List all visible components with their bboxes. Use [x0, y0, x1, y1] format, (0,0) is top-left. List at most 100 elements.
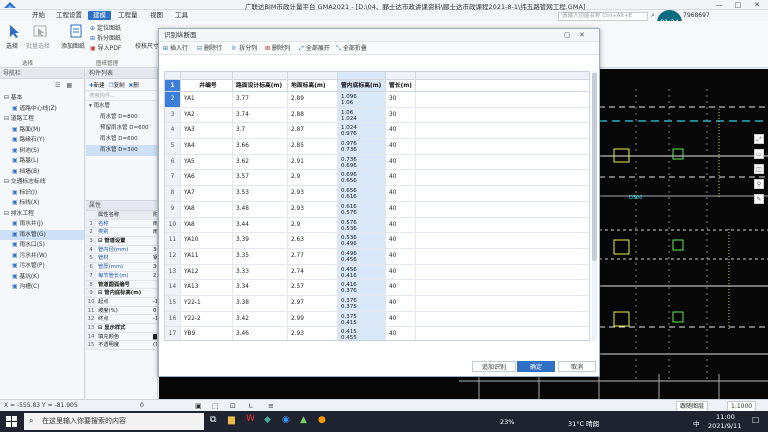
function-search-input[interactable]: 请输入功能名称 Ctrl+Alt+E: [558, 12, 648, 21]
cell-empty[interactable]: [416, 170, 589, 185]
nav-item[interactable]: ▣ 污水管(P): [0, 261, 84, 272]
cell-pipe-length[interactable]: 40: [386, 154, 416, 170]
canvas-tool-2-icon[interactable]: ▭: [754, 149, 764, 159]
cell-pipe-length[interactable]: 40: [386, 264, 416, 280]
new-component-button[interactable]: ✚新建: [89, 81, 105, 89]
canvas-tool-3-icon[interactable]: ◫: [754, 164, 764, 174]
cell-well-id[interactable]: YA5: [181, 154, 233, 170]
cell-ground-elevation[interactable]: 2.93: [288, 327, 338, 340]
cell-pipe-length[interactable]: 40: [386, 170, 416, 186]
cell-empty[interactable]: [416, 312, 589, 327]
cell-ground-elevation[interactable]: 2.91: [288, 154, 338, 170]
cell-pipe-bottom-elevation[interactable]: 0.415 0.455: [338, 327, 386, 340]
menu-start[interactable]: 开始: [27, 11, 50, 20]
property-row[interactable]: 6管厚(mm) 30: [86, 263, 157, 272]
component-group[interactable]: ▾ 雨水管: [86, 101, 157, 112]
nav-item[interactable]: ⊟ 交通标志标线: [0, 177, 84, 188]
cell-pipe-length[interactable]: 40: [386, 280, 416, 295]
table-row[interactable]: 11 YA10 3.39 2.63 0.536 0.496 40: [165, 233, 589, 249]
batch-select-button[interactable]: 批量选择: [26, 41, 50, 50]
property-row[interactable]: 8 管道圆弧编号: [86, 280, 157, 290]
cell-empty[interactable]: [416, 265, 589, 280]
cell-well-id[interactable]: YA4: [181, 139, 233, 154]
table-row[interactable]: 5 YA4 3.66 2.85 0.976 0.736 40: [165, 139, 589, 155]
copy-component-button[interactable]: ❐复制: [109, 81, 125, 89]
cell-ground-elevation[interactable]: 2.74: [288, 264, 338, 280]
header-pipe-bottom-elevation[interactable]: 管内底标高(m): [338, 80, 386, 91]
header-pipe-length[interactable]: 管长(m): [386, 80, 416, 91]
split-column-button[interactable]: ⊪ 拆分列: [232, 44, 257, 53]
property-row[interactable]: 4管内径(mm) 30: [86, 245, 157, 255]
cell-ground-elevation[interactable]: 2.9: [288, 170, 338, 186]
cell-empty[interactable]: [416, 327, 589, 340]
nav-item[interactable]: ▣ 雨水井(J): [0, 219, 84, 230]
component-item[interactable]: 预留雨水管 D=600: [86, 123, 157, 134]
input-language[interactable]: 中: [693, 418, 700, 428]
cell-road-design-elevation[interactable]: 3.48: [233, 201, 288, 217]
nav-item[interactable]: ⊟ 基本: [0, 93, 84, 104]
cell-pipe-length[interactable]: 40: [386, 123, 416, 139]
cell-well-id[interactable]: YA3: [181, 123, 233, 139]
cell-road-design-elevation[interactable]: 3.66: [233, 139, 288, 154]
property-row[interactable]: 9 ⊟ 管内底标高(m): [86, 289, 157, 298]
expand-all-button[interactable]: ⤢ 全部展开: [299, 44, 330, 53]
component-item[interactable]: 雨水管 D=800: [86, 112, 157, 123]
header-road-design-elevation[interactable]: 路面设计标高(m): [233, 80, 288, 91]
cell-road-design-elevation[interactable]: 3.77: [233, 92, 288, 107]
nav-item[interactable]: ▣ 路面(M): [0, 125, 84, 136]
profile-grid[interactable]: 1 井编号 路面设计标高(m) 地面标高(m) 管内底标高(m) 管长(m) 2…: [164, 71, 590, 341]
grid-scrollbar-thumb[interactable]: [592, 73, 597, 261]
cell-ground-elevation[interactable]: 2.99: [288, 311, 338, 327]
table-row[interactable]: 8 YA7 3.53 2.93 0.656 0.616 40: [165, 186, 589, 202]
task-view-icon[interactable]: ⧉: [210, 415, 216, 425]
search-icon[interactable]: ⌕: [651, 11, 655, 20]
menu-view[interactable]: 视图: [145, 11, 168, 20]
property-row[interactable]: 12终点 -1: [86, 315, 157, 324]
nav-item[interactable]: ▣ 沟槽(C): [0, 282, 84, 293]
close-button[interactable]: ✕: [748, 0, 766, 10]
cell-well-id[interactable]: YA7: [181, 186, 233, 201]
cell-pipe-length[interactable]: 40: [386, 248, 416, 264]
cell-ground-elevation[interactable]: 2.89: [288, 92, 338, 107]
cell-ground-elevation[interactable]: 2.93: [288, 186, 338, 201]
cell-pipe-bottom-elevation[interactable]: 0.456 0.416: [338, 264, 386, 280]
cell-well-id[interactable]: YA13: [181, 280, 233, 295]
cell-empty[interactable]: [416, 280, 589, 295]
nav-item[interactable]: ▣ 雨水管(G): [0, 229, 84, 240]
cell-well-id[interactable]: YA11: [181, 248, 233, 264]
cell-empty[interactable]: [416, 296, 589, 311]
cell-road-design-elevation[interactable]: 3.7: [233, 123, 288, 139]
canvas-tool-5-icon[interactable]: ✎: [754, 194, 764, 204]
table-row[interactable]: 12 YA11 3.35 2.77 0.496 0.456 40: [165, 248, 589, 265]
cell-road-design-elevation[interactable]: 3.34: [233, 280, 288, 295]
nav-item[interactable]: ▣ 标识(I): [0, 188, 84, 199]
cell-pipe-length[interactable]: 40: [386, 327, 416, 340]
cell-well-id[interactable]: YB9: [181, 327, 233, 340]
cell-ground-elevation[interactable]: 2.87: [288, 123, 338, 139]
check-size-button[interactable]: 校核尺寸: [135, 41, 159, 50]
cell-well-id[interactable]: YA10: [181, 233, 233, 248]
cell-road-design-elevation[interactable]: 3.44: [233, 217, 288, 233]
cell-pipe-bottom-elevation[interactable]: 0.976 0.736: [338, 139, 386, 154]
import-pdf-button[interactable]: ▣ 导入PDF: [90, 43, 121, 52]
nav-item[interactable]: ⊟ 排水工程: [0, 209, 84, 220]
cell-road-design-elevation[interactable]: 3.38: [233, 295, 288, 311]
header-ground-elevation[interactable]: 地面标高(m): [288, 80, 338, 91]
table-row[interactable]: 3 YA2 3.74 2.88 1.06 1.024 30: [165, 107, 589, 124]
cell-empty[interactable]: [416, 139, 589, 154]
cell-road-design-elevation[interactable]: 3.33: [233, 264, 288, 280]
collapse-all-button[interactable]: ⤡ 全部折叠: [336, 44, 367, 53]
table-row[interactable]: 13 YA12 3.33 2.74 0.456 0.416 40: [165, 264, 589, 281]
cell-empty[interactable]: [416, 202, 589, 217]
cell-road-design-elevation[interactable]: 3.74: [233, 107, 288, 123]
nav-item[interactable]: ▣ 路基(L): [0, 156, 84, 167]
cell-road-design-elevation[interactable]: 3.62: [233, 154, 288, 170]
cell-empty[interactable]: [416, 92, 589, 107]
delete-column-button[interactable]: ⊠ 删除列: [265, 44, 290, 53]
table-row[interactable]: 17 YB9 3.46 2.93 0.415 0.455 40: [165, 327, 589, 340]
cell-well-id[interactable]: YA2: [181, 107, 233, 123]
menu-quantity[interactable]: 工程量: [113, 11, 143, 20]
cell-ground-elevation[interactable]: 2.77: [288, 248, 338, 264]
delete-component-button[interactable]: ✖删: [129, 81, 139, 89]
cell-pipe-length[interactable]: 40: [386, 186, 416, 201]
